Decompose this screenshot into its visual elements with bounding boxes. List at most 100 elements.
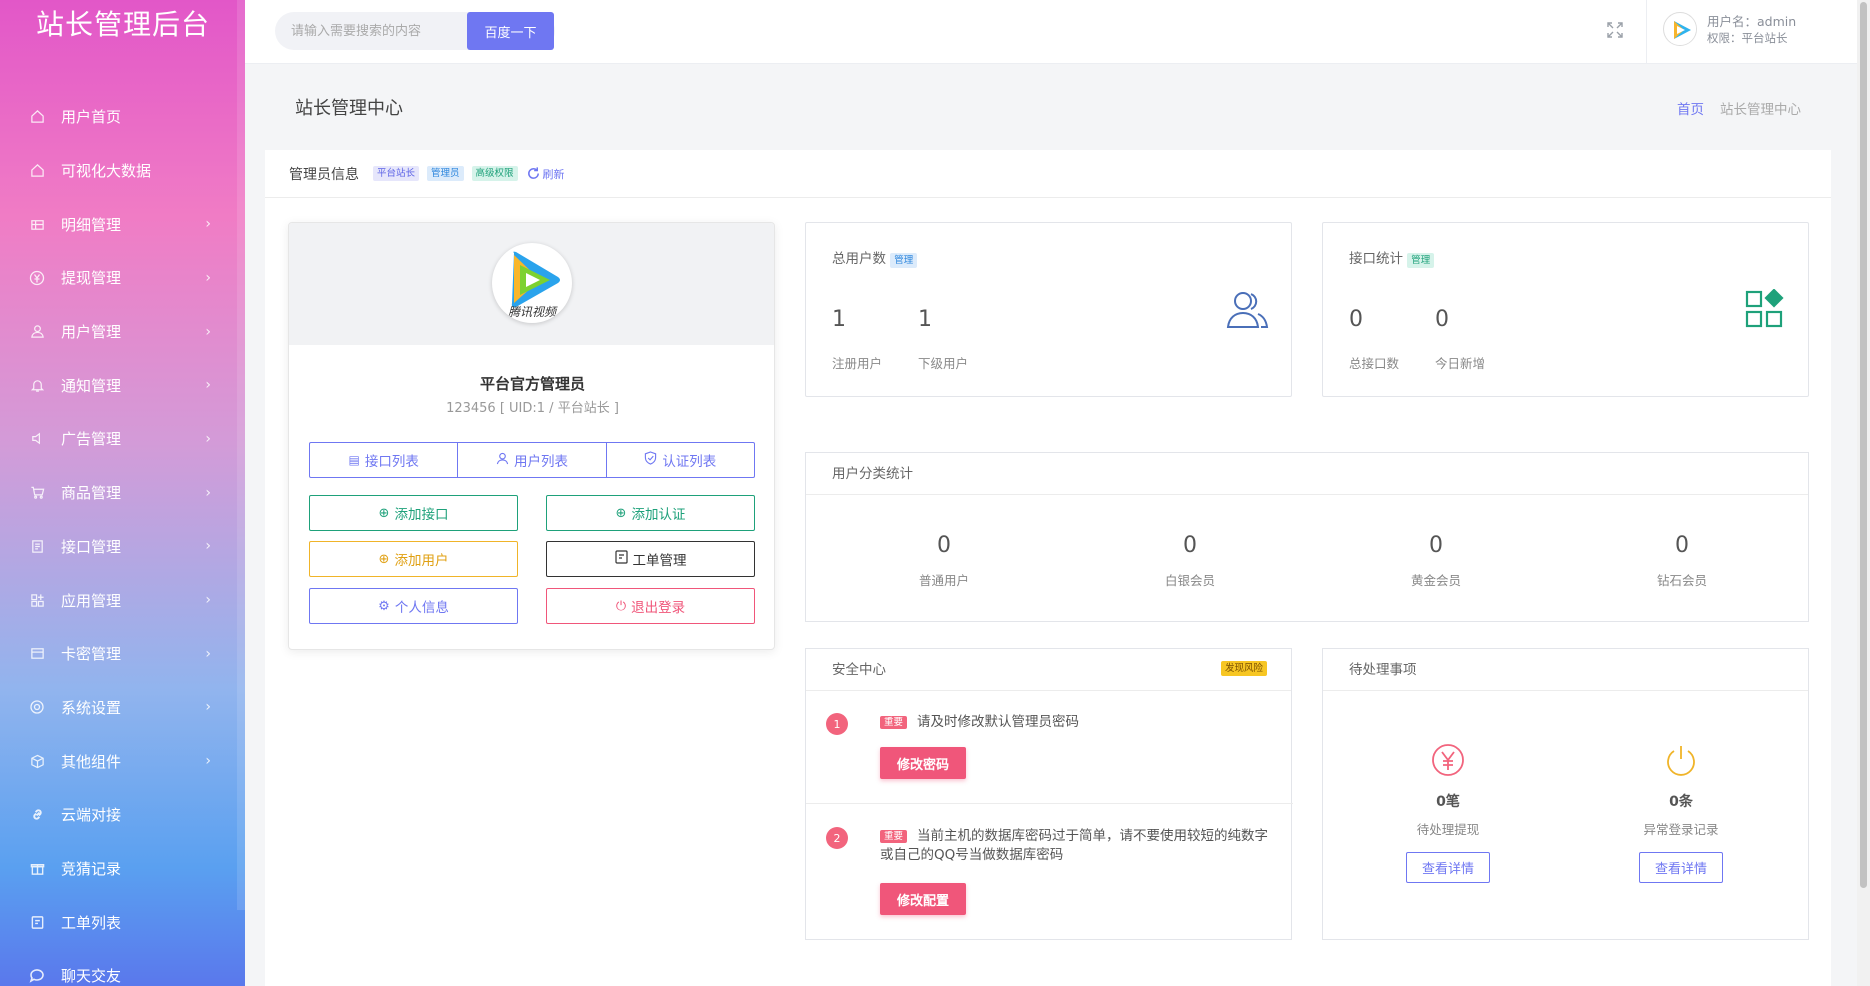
breadcrumb-home[interactable]: 首页 <box>1677 102 1704 118</box>
search-input[interactable] <box>275 12 465 50</box>
sidebar-item-label: 可视化大数据 <box>61 162 152 181</box>
refresh-button[interactable]: 刷新 <box>526 166 565 182</box>
sidebar-item[interactable]: 通知管理 › <box>0 358 245 412</box>
sidebar-item-label: 广告管理 <box>61 430 122 449</box>
new-apis-today-label: 今日新增 <box>1435 356 1486 371</box>
user-name: 用户名：admin <box>1707 14 1797 29</box>
ticket-icon <box>614 550 628 568</box>
sidebar-item[interactable]: 云端对接 <box>0 788 245 842</box>
add-api-button[interactable]: ⊕ 添加接口 <box>309 495 518 531</box>
gear-icon: ⚙ <box>378 598 390 614</box>
sidebar-item[interactable]: 明细管理 › <box>0 197 245 251</box>
category-count: 0 <box>1429 533 1443 558</box>
personal-info-label: 个人信息 <box>394 600 449 616</box>
yen-icon <box>28 269 46 287</box>
category-count: 0 <box>1675 533 1689 558</box>
profile-avatar: 腾讯视频 <box>492 243 572 323</box>
power-icon: ⏻ <box>615 598 627 614</box>
auth-list-label: 认证列表 <box>662 454 717 470</box>
plus-circle-icon: ⊕ <box>615 505 627 521</box>
page-scrollbar[interactable] <box>1857 0 1870 986</box>
plus-circle-icon: ⊕ <box>378 505 390 521</box>
chevron-right-icon: › <box>205 753 211 770</box>
sidebar-item-label: 用户管理 <box>61 323 122 342</box>
sidebar-item-label: 用户首页 <box>61 108 122 127</box>
item-number: 2 <box>826 827 848 849</box>
user-list-button[interactable]: 用户列表 <box>458 443 607 477</box>
profile-segment-group: ▤ 接口列表 用户列表 认证列表 <box>309 442 755 478</box>
sidebar-item[interactable]: 提现管理 › <box>0 251 245 305</box>
pending-count: 0笔 <box>1436 794 1460 810</box>
api-list-button[interactable]: ▤ 接口列表 <box>310 443 459 477</box>
add-user-label: 添加用户 <box>394 553 449 569</box>
plus-circle-icon: ⊕ <box>378 551 390 567</box>
refresh-icon <box>527 167 539 179</box>
user-list-label: 用户列表 <box>513 454 568 470</box>
sidebar-item-label: 提现管理 <box>61 269 122 288</box>
sidebar-scrollbar[interactable] <box>237 0 245 910</box>
personal-info-button[interactable]: ⚙ 个人信息 <box>309 588 518 624</box>
api-stats-card: 接口统计 管理 0 0 总接口数 今日新增 <box>1322 222 1809 397</box>
profile-card: 腾讯视频 平台官方管理员 123456 [ UID:1 / 平台站长 ] ▤ 接口… <box>288 222 775 650</box>
refresh-label: 刷新 <box>542 167 565 181</box>
sidebar-item[interactable]: 应用管理 › <box>0 573 245 627</box>
sidebar-item[interactable]: 工单列表 <box>0 895 245 949</box>
users-icon <box>1226 289 1270 333</box>
header-divider <box>1646 0 1647 64</box>
divider <box>806 803 1293 804</box>
link-icon <box>28 806 46 824</box>
change-password-button[interactable]: 修改密码 <box>880 747 966 779</box>
sidebar-item-label: 云端对接 <box>61 806 122 825</box>
sidebar-item[interactable]: 用户管理 › <box>0 305 245 359</box>
sidebar-item[interactable]: 可视化大数据 <box>0 144 245 198</box>
manage-tag[interactable]: 管理 <box>890 253 918 268</box>
sidebar: 站长管理后台 用户首页 可视化大数据 明细管理 › 提现管理 › 用户管理 › 通知管理 › 广告管… <box>0 0 245 986</box>
category-label: 白银会员 <box>1164 573 1215 588</box>
fullscreen-icon[interactable] <box>1605 20 1625 40</box>
category-label: 钻石会员 <box>1656 573 1707 588</box>
sidebar-item[interactable]: 接口管理 › <box>0 520 245 574</box>
sidebar-item[interactable]: 系统设置 › <box>0 681 245 735</box>
security-center-card: 安全中心 发现风险 1 重要 请及时修改默认管理员密码 修改密码 2 重要 当前主机… <box>805 648 1293 940</box>
sidebar-item[interactable]: 广告管理 › <box>0 412 245 466</box>
ticket-icon <box>28 913 46 931</box>
profile-uid: 123456 [ UID:1 / 平台站长 ] <box>446 401 619 416</box>
registered-users-label: 注册用户 <box>832 356 883 371</box>
chevron-right-icon: › <box>205 430 211 447</box>
sidebar-item-label: 系统设置 <box>61 698 122 717</box>
scrollbar-thumb[interactable] <box>1860 2 1867 888</box>
category-count: 0 <box>937 533 951 558</box>
pending-items-card: 待处理事项 0笔 待处理提现 查看详情 0条 异常登录记录 查看详情 <box>1322 648 1809 940</box>
chevron-right-icon: › <box>205 323 211 340</box>
sidebar-item[interactable]: 聊天交友 <box>0 949 245 986</box>
user-info[interactable]: 用户名：admin 权限：平台站长 <box>1707 13 1796 47</box>
auth-list-button[interactable]: 认证列表 <box>607 443 754 477</box>
sidebar-item-label: 工单列表 <box>61 913 122 932</box>
power-icon <box>1601 743 1761 781</box>
sidebar-item[interactable]: 用户首页 <box>0 90 245 144</box>
modify-config-button[interactable]: 修改配置 <box>880 883 966 915</box>
total-apis-count: 0 <box>1349 307 1363 332</box>
sidebar-item[interactable]: 其他组件 › <box>0 734 245 788</box>
add-user-button[interactable]: ⊕ 添加用户 <box>309 541 518 577</box>
view-details-button[interactable]: 查看详情 <box>1639 852 1723 883</box>
home-icon <box>28 162 46 180</box>
user-category-title: 用户分类统计 <box>806 453 1808 495</box>
total-apis-label: 总接口数 <box>1349 356 1400 371</box>
ticket-management-button[interactable]: 工单管理 <box>546 541 755 577</box>
add-auth-button[interactable]: ⊕ 添加认证 <box>546 495 755 531</box>
sidebar-item[interactable]: 卡密管理 › <box>0 627 245 681</box>
manage-tag[interactable]: 管理 <box>1407 253 1435 268</box>
table-icon <box>28 215 46 233</box>
apps-icon <box>28 591 46 609</box>
bell-icon <box>28 376 46 394</box>
user-icon <box>28 323 46 341</box>
view-details-button[interactable]: 查看详情 <box>1406 852 1490 883</box>
chat-icon <box>28 967 46 985</box>
logout-button[interactable]: ⏻ 退出登录 <box>546 588 755 624</box>
avatar[interactable] <box>1663 12 1697 46</box>
app-logo[interactable]: 站长管理后台 <box>36 10 226 40</box>
search-button[interactable]: 百度一下 <box>467 12 554 50</box>
sidebar-item[interactable]: 竞猜记录 <box>0 842 245 896</box>
sidebar-item[interactable]: 商品管理 › <box>0 466 245 520</box>
